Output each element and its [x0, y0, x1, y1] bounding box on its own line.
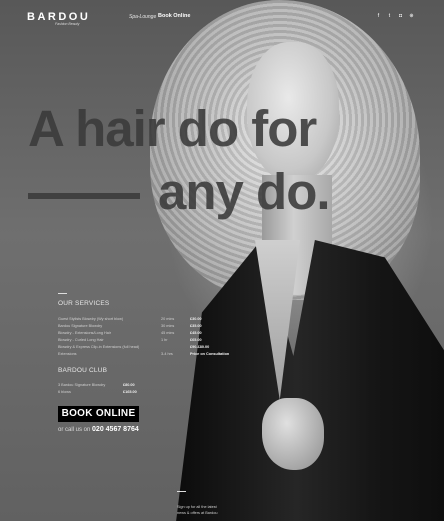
- service-row: Blowdry - Extensions/Long Hair 45 mins £…: [58, 331, 258, 338]
- service-price: £90-£80.00: [190, 345, 210, 349]
- signup-line: news & offers at Bardou: [177, 511, 218, 515]
- service-name: Bardou Signature Blowdry: [58, 324, 103, 328]
- service-duration: 3-4 hrs: [161, 352, 173, 356]
- service-name: Blowdry - Extensions/Long Hair: [58, 331, 111, 335]
- site-header: BARDOU Fashion Beauty Spa-Lounge Book On…: [0, 0, 444, 30]
- club-title: BARDOU CLUB: [58, 367, 108, 374]
- club-item-name: 6 blows: [58, 390, 71, 394]
- twitter-icon[interactable]: t: [387, 14, 392, 19]
- pinterest-icon[interactable]: ⊕: [409, 14, 414, 19]
- hero-photo-hand: [262, 398, 324, 470]
- service-name: Guest Stylists Blowdry (Wy short blow): [58, 317, 124, 321]
- service-duration: 1 hr: [161, 338, 168, 342]
- service-row: Blowdry - Curled Long Hair 1 hr £65.00: [58, 338, 258, 345]
- newsletter-signup-text: Sign up for all the latest news & offers…: [177, 504, 217, 516]
- divider: [177, 491, 186, 492]
- service-duration: 20 mins: [161, 317, 175, 321]
- service-price: £35.00: [190, 324, 202, 328]
- service-price: £45.00: [190, 331, 202, 335]
- hero-headline-line1: A hair do for: [28, 100, 317, 157]
- nav-link-spa[interactable]: Spa-Lounge: [129, 14, 156, 20]
- nav-link-book-online[interactable]: Book Online: [158, 13, 190, 19]
- service-row: Extensions 3-4 hrs Price on Consultation: [58, 352, 258, 359]
- hero-background: [0, 0, 444, 521]
- instagram-icon[interactable]: ◘: [398, 14, 403, 19]
- service-name: Blowdry & Express Clip-in Extensions (fu…: [58, 345, 140, 349]
- service-price: Price on Consultation: [190, 352, 230, 356]
- service-price: £30.00: [190, 317, 202, 321]
- hero-headline-line2: any do.: [158, 163, 331, 220]
- call-prefix: or call us on: [58, 427, 91, 433]
- phone-number[interactable]: 020 4567 8764: [92, 426, 139, 433]
- call-line: or call us on 020 4567 8764: [58, 426, 139, 433]
- divider: [58, 293, 67, 294]
- facebook-icon[interactable]: f: [376, 14, 381, 19]
- service-duration: 30 mins: [161, 324, 175, 328]
- service-duration: 45 mins: [161, 331, 175, 335]
- service-row: Blowdry & Express Clip-in Extensions (fu…: [58, 345, 258, 352]
- club-item-price: £80.00: [123, 383, 135, 387]
- book-online-button[interactable]: BOOK ONLINE: [58, 406, 139, 422]
- brand-tagline: Fashion Beauty: [55, 22, 80, 26]
- hero-dash: [28, 193, 140, 199]
- club-item-price: £165.00: [123, 390, 137, 394]
- club-item-name: 3 Bardou Signature Blowdry: [58, 383, 106, 387]
- service-name: Extensions: [58, 352, 77, 356]
- services-title: OUR SERVICES: [58, 300, 110, 307]
- service-price: £65.00: [190, 338, 202, 342]
- service-row: Guest Stylists Blowdry (Wy short blow) 2…: [58, 317, 258, 324]
- service-name: Blowdry - Curled Long Hair: [58, 338, 104, 342]
- club-row: 6 blows £165.00: [58, 390, 178, 397]
- club-row: 3 Bardou Signature Blowdry £80.00: [58, 383, 178, 390]
- service-row: Bardou Signature Blowdry 30 mins £35.00: [58, 324, 258, 331]
